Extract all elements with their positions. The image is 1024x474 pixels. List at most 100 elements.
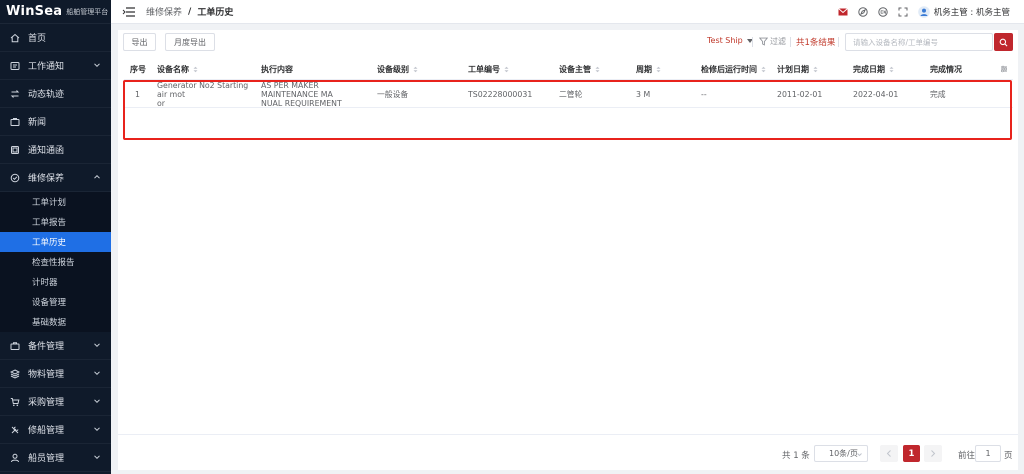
- sort-icon[interactable]: [413, 66, 418, 73]
- cell-order-no: TS02228000031: [468, 89, 533, 99]
- maintenance-icon: [10, 173, 20, 183]
- submenu-inspection-report[interactable]: 检查性报告: [0, 252, 111, 272]
- sidebar-item-label: 工作通知: [28, 62, 65, 72]
- sidebar-item-purchase[interactable]: 采购管理: [0, 388, 111, 416]
- chevron-right-icon: [931, 450, 936, 457]
- sidebar-item-ship-repair[interactable]: 修船管理: [0, 416, 111, 444]
- goto-page-input[interactable]: [975, 445, 1001, 462]
- sort-icon[interactable]: [656, 66, 661, 73]
- repair-icon: [10, 425, 20, 435]
- column-header-equipment[interactable]: 设备名称: [157, 58, 198, 80]
- sidebar-item-maintenance[interactable]: 维修保养: [0, 164, 111, 192]
- submenu-work-history[interactable]: 工单历史: [0, 232, 111, 252]
- page-number-current[interactable]: 1: [903, 445, 920, 462]
- sort-icon[interactable]: [595, 66, 600, 73]
- avatar: [917, 6, 930, 18]
- notice-icon: [10, 61, 20, 71]
- cell-runtime: --: [701, 89, 707, 99]
- language-icon[interactable]: [878, 7, 888, 17]
- ship-select[interactable]: Test Ship: [707, 36, 753, 45]
- sidebar-item-track[interactable]: 动态轨迹: [0, 80, 111, 108]
- chevron-up-icon: [94, 174, 100, 179]
- export-button[interactable]: 导出: [123, 33, 156, 51]
- sort-icon[interactable]: [889, 66, 894, 73]
- submenu-work-plan[interactable]: 工单计划: [0, 192, 111, 212]
- cell-finish-date: 2022-04-01: [853, 89, 899, 99]
- column-header-supervisor[interactable]: 设备主管: [559, 58, 600, 80]
- chevron-down-icon: [94, 343, 100, 348]
- page-size-select[interactable]: 10条/页: [814, 445, 868, 462]
- sidebar-item-work-notice[interactable]: 工作通知: [0, 52, 111, 80]
- filter-button[interactable]: 过滤: [759, 36, 786, 47]
- table-header: 序号 设备名称 执行内容 设备级别 工单编号 设备主管 周期 检修后运行时间 计…: [124, 58, 1013, 80]
- search-icon: [999, 38, 1008, 46]
- column-settings-icon[interactable]: [1000, 58, 1008, 80]
- news-icon: [10, 117, 20, 127]
- submenu-equipment[interactable]: 设备管理: [0, 292, 111, 312]
- column-header-finish-date[interactable]: 完成日期: [853, 58, 894, 80]
- sort-icon[interactable]: [813, 66, 818, 73]
- sidebar-item-materials[interactable]: 物料管理: [0, 360, 111, 388]
- sort-icon[interactable]: [193, 66, 198, 73]
- sidebar-item-home[interactable]: 首页: [0, 24, 111, 52]
- column-header-plan-date[interactable]: 计划日期: [777, 58, 818, 80]
- column-header-runtime[interactable]: 检修后运行时间: [701, 58, 766, 80]
- monthly-export-button[interactable]: 月度导出: [165, 33, 215, 51]
- breadcrumb-parent[interactable]: 维修保养: [146, 5, 182, 18]
- menu-toggle-icon[interactable]: [122, 6, 136, 18]
- divider: [838, 37, 839, 47]
- prev-page-button[interactable]: [880, 445, 898, 462]
- fullscreen-icon[interactable]: [898, 7, 908, 17]
- chevron-down-icon: [857, 453, 862, 457]
- user-menu[interactable]: 机务主管 : 机务主管: [917, 6, 1010, 18]
- brand-subtitle: 船舶管理平台: [66, 7, 109, 16]
- sort-icon[interactable]: [761, 66, 766, 73]
- spare-parts-icon: [10, 341, 20, 351]
- top-header: 维修保养 / 工单历史 机务主管 : 机务主管: [111, 0, 1024, 24]
- chevron-down-icon: [94, 399, 100, 404]
- next-page-button[interactable]: [924, 445, 942, 462]
- column-header-order-no[interactable]: 工单编号: [468, 58, 509, 80]
- column-header-level[interactable]: 设备级别: [377, 58, 418, 80]
- submenu-work-report[interactable]: 工单报告: [0, 212, 111, 232]
- table-row[interactable]: 1 Generator No2 Starting air mot or AS PE…: [124, 80, 1013, 108]
- sidebar-item-news[interactable]: 新闻: [0, 108, 111, 136]
- sidebar-item-label: 修船管理: [28, 426, 65, 436]
- header-actions: 机务主管 : 机务主管: [837, 0, 1010, 24]
- toolbar: 导出 月度导出 Test Ship 过滤 共1条结果: [118, 30, 1018, 54]
- column-header-index: 序号: [130, 64, 146, 74]
- track-icon: [10, 89, 20, 99]
- search-button[interactable]: [994, 33, 1013, 51]
- compass-icon[interactable]: [858, 7, 868, 17]
- search-input[interactable]: [845, 33, 993, 51]
- sidebar-item-label: 物料管理: [28, 370, 65, 380]
- chevron-down-icon: [94, 427, 100, 432]
- submenu-timer[interactable]: 计时器: [0, 272, 111, 292]
- cell-equipment: Generator No2 Starting air mot or: [157, 80, 249, 108]
- ship-select-value: Test Ship: [707, 36, 743, 45]
- sidebar-item-crew[interactable]: 船员管理: [0, 444, 111, 472]
- column-header-cycle[interactable]: 周期: [636, 58, 661, 80]
- cell-level: 一般设备: [377, 89, 409, 99]
- cart-icon: [10, 397, 20, 407]
- page-unit-label: 页: [1004, 451, 1013, 461]
- sidebar: WinSea 船舶管理平台 首页 工作通知 动态轨迹 新闻 通知通函 维修保养 …: [0, 0, 111, 474]
- sidebar-item-label: 备件管理: [28, 342, 65, 352]
- column-header-status: 完成情况: [930, 64, 962, 74]
- filter-icon: [759, 37, 768, 46]
- sidebar-item-spare-parts[interactable]: 备件管理: [0, 332, 111, 360]
- breadcrumb-separator: /: [188, 6, 192, 17]
- divider: [752, 37, 753, 47]
- chevron-down-icon: [94, 63, 100, 68]
- main-panel: 导出 月度导出 Test Ship 过滤 共1条结果 序号 设备名称 执行内容 …: [118, 30, 1018, 470]
- sidebar-item-label: 采购管理: [28, 398, 65, 408]
- pagination-total: 共 1 条: [782, 451, 810, 461]
- column-header-content: 执行内容: [261, 64, 293, 74]
- submenu-base-data[interactable]: 基础数据: [0, 312, 111, 332]
- cell-status: 完成: [930, 89, 946, 99]
- crew-icon: [10, 453, 20, 463]
- mail-icon[interactable]: [837, 7, 848, 17]
- sort-icon[interactable]: [504, 66, 509, 73]
- sidebar-item-circular[interactable]: 通知通函: [0, 136, 111, 164]
- divider: [790, 37, 791, 47]
